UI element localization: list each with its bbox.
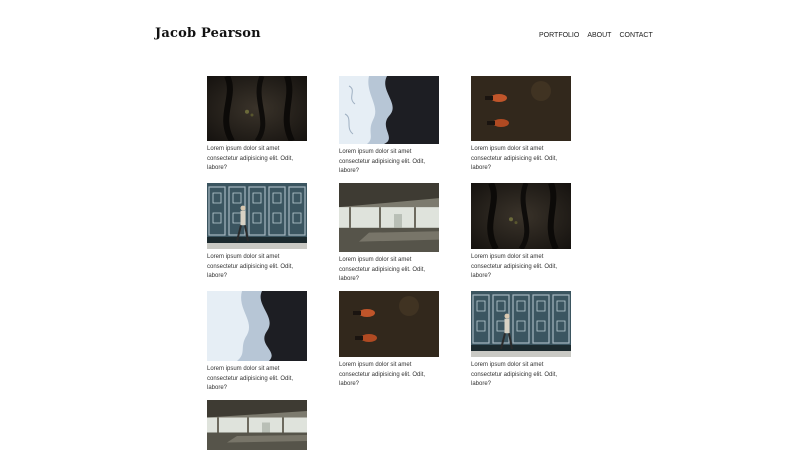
gallery-card: Lorem ipsum dolor sit amet consectetur a… <box>471 183 571 282</box>
gallery-caption: Lorem ipsum dolor sit amet consectetur a… <box>207 254 294 279</box>
gallery-caption: Lorem ipsum dolor sit amet consectetur a… <box>471 362 558 387</box>
gallery-caption: Lorem ipsum dolor sit amet consectetur a… <box>471 254 558 279</box>
gallery-image[interactable] <box>471 291 571 357</box>
gallery-image[interactable] <box>471 76 571 141</box>
portfolio-page: Jacob Pearson PORTFOLIO ABOUT CONTACT Lo… <box>0 0 800 450</box>
nav-contact-link[interactable]: CONTACT <box>619 32 652 39</box>
gallery-card: Lorem ipsum dolor sit amet consectetur a… <box>207 183 307 282</box>
gallery-image[interactable] <box>471 183 571 249</box>
nav-about-link[interactable]: ABOUT <box>587 32 611 39</box>
gallery-card: Lorem ipsum dolor sit amet consectetur a… <box>471 76 571 174</box>
gallery-caption: Lorem ipsum dolor sit amet consectetur a… <box>339 257 426 282</box>
gallery-caption: Lorem ipsum dolor sit amet consectetur a… <box>339 362 426 387</box>
gallery-image[interactable] <box>207 400 307 450</box>
gallery-caption: Lorem ipsum dolor sit amet consectetur a… <box>471 146 558 171</box>
gallery-image[interactable] <box>339 291 439 357</box>
site-title[interactable]: Jacob Pearson <box>155 26 261 41</box>
gallery-image[interactable] <box>207 183 307 249</box>
gallery-caption: Lorem ipsum dolor sit amet consectetur a… <box>207 146 294 171</box>
gallery-card: Lorem ipsum dolor sit amet consectetur a… <box>339 183 439 285</box>
gallery-card: Lorem ipsum dolor sit amet consectetur a… <box>471 291 571 390</box>
gallery-image[interactable] <box>207 76 307 141</box>
gallery-card: Lorem ipsum dolor sit amet consectetur a… <box>207 291 307 394</box>
gallery-card: Lorem ipsum dolor sit amet consectetur a… <box>339 291 439 390</box>
gallery-caption: Lorem ipsum dolor sit amet consectetur a… <box>339 149 426 174</box>
nav-portfolio-link[interactable]: PORTFOLIO <box>539 32 579 39</box>
gallery-card: Lorem ipsum dolor sit amet consectetur a… <box>207 76 307 174</box>
gallery-caption: Lorem ipsum dolor sit amet consectetur a… <box>207 366 294 391</box>
main-nav: PORTFOLIO ABOUT CONTACT <box>539 32 653 39</box>
gallery-image[interactable] <box>339 183 439 252</box>
gallery-card: Lorem ipsum dolor sit amet consectetur a… <box>339 76 439 177</box>
gallery-card <box>207 400 307 450</box>
gallery-image[interactable] <box>207 291 307 361</box>
gallery-image[interactable] <box>339 76 439 144</box>
